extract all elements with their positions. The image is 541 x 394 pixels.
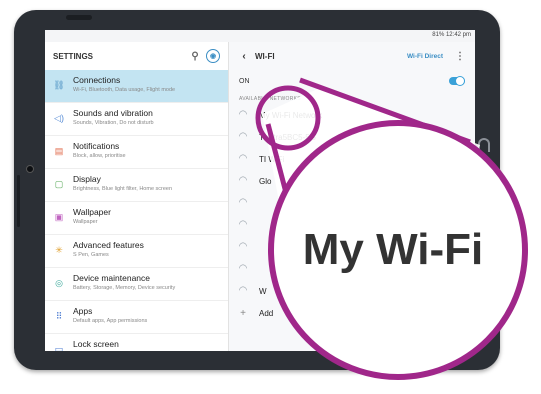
magnifier-overlay	[255, 77, 528, 380]
zoomed-network-name: My Wi-Fi	[302, 225, 484, 274]
